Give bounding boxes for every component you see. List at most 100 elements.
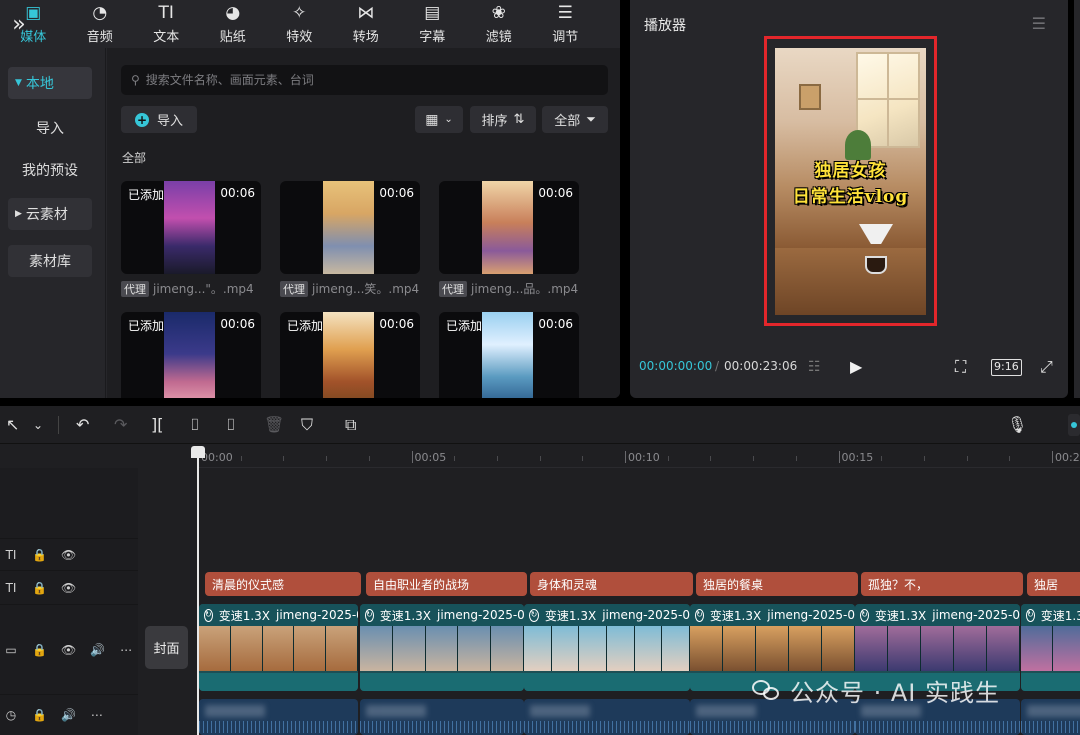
sort-button[interactable]: 排序 ⇅ [470,106,536,133]
media-thumbnail[interactable]: 00:06 [280,181,420,274]
audio-clip[interactable] [1021,699,1080,735]
import-button[interactable]: + 导入 [121,106,197,133]
lock-icon[interactable]: 🔒 [32,548,47,562]
filter-button[interactable]: 全部 ⏷ [542,106,608,133]
tab-transition[interactable]: ⋈ 转场 [333,0,400,48]
speaker-icon[interactable]: 🔊 [61,708,76,722]
crop-icon[interactable]: ⧉ [345,415,356,435]
menu-icon[interactable]: ☰ [1032,14,1046,33]
tab-text[interactable]: TI 文本 [133,0,200,48]
redo-icon[interactable]: ↷ [114,415,127,435]
media-card[interactable]: 已添加 00:06 [121,312,261,398]
video-frame [294,626,327,671]
media-thumbnail[interactable]: 已添加 00:06 [121,181,261,274]
video-clip[interactable]: ↻变速1.3Xjimeng-2025-0 [199,604,358,691]
video-frame [230,626,263,671]
chevron-down-icon[interactable]: ⌄ [33,415,43,435]
audio-clip[interactable] [199,699,358,735]
text-clip[interactable]: 自由职业者的战场 [366,572,527,596]
text-clip[interactable]: 清晨的仪式感 [205,572,361,596]
fit-screen-icon[interactable]: ⛶ [955,357,966,377]
tab-subtitle[interactable]: ▤ 字幕 [399,0,466,48]
sidebar-item-presets[interactable]: 我的预设 [8,154,92,186]
eye-icon[interactable]: 👁 [61,548,76,562]
speed-label: 变速1.3X [218,608,271,623]
video-frame [392,626,426,671]
media-sidebar: ▼ 本地 导入 我的预设 ▶ 云素材 素材库 [0,48,106,398]
time-ruler[interactable]: 00:00 00:05 00:10 00:15 00:2 [198,444,1080,468]
video-preview[interactable]: 独居女孩 日常生活vlog [775,48,926,315]
sidebar-item-library[interactable]: 素材库 [8,245,92,277]
search-icon: ⚲ [131,73,140,87]
aspect-ratio-button[interactable]: 9:16 [991,359,1022,376]
more-icon[interactable]: ⋯ [90,708,104,722]
audio-track-icon: ◷ [5,708,17,722]
media-card[interactable]: 已添加 00:06 [439,312,579,398]
clip-base [199,673,358,691]
search-input[interactable] [145,73,586,87]
media-card[interactable]: 00:06 代理 jimeng...品。.mp4 [439,181,579,297]
microphone-icon[interactable]: 🎙 [1007,415,1027,435]
speed-label: 变速1.3X [874,608,927,623]
lock-icon[interactable]: 🔒 [32,643,47,657]
media-caption: 代理 jimeng...笑。.mp4 [280,280,420,297]
more-icon[interactable]: ⋯ [119,643,133,657]
search-box[interactable]: ⚲ [121,65,608,95]
video-clip[interactable]: ↻变速1.3Xjimeng-2025-0 [524,604,690,691]
lock-icon[interactable]: 🔒 [32,708,47,722]
view-mode-button[interactable]: ▦ ⌄ [415,106,463,133]
audio-waveform [360,721,524,733]
text-clip[interactable]: 独居的餐桌 [696,572,858,596]
tab-audio[interactable]: ◔ 音频 [67,0,134,48]
clip-base [1021,673,1080,691]
media-thumbnail[interactable]: 00:06 [439,181,579,274]
tab-media[interactable]: ▣ 媒体 [0,0,67,48]
audio-clip[interactable] [360,699,524,735]
lock-icon[interactable]: 🔒 [32,581,47,595]
play-icon[interactable]: ▶ [850,357,862,376]
tab-filter[interactable]: ❀ 滤镜 [466,0,533,48]
delete-icon[interactable]: 🗑 [264,415,284,435]
eye-icon[interactable]: 👁 [61,643,76,657]
trim-right-icon[interactable]: ⌷ [226,415,236,435]
timecode-grid-icon[interactable]: ☷ [808,359,821,375]
video-frame [723,626,756,671]
blurred-audio-label [366,705,426,717]
playhead[interactable] [197,450,199,735]
sidebar-item-import[interactable]: 导入 [8,112,92,144]
audio-clip[interactable] [524,699,690,735]
media-thumbnail[interactable]: 已添加 00:06 [439,312,579,398]
text-clip[interactable]: 孤独？不， [861,572,1023,596]
marker-icon[interactable]: ⛉ [301,415,313,435]
tab-adjust[interactable]: ☰ 调节 [532,0,599,48]
sidebar-item-local[interactable]: ▼ 本地 [8,67,92,99]
sidebar-item-cloud[interactable]: ▶ 云素材 [8,198,92,230]
speed-icon: ↻ [860,608,869,622]
clip-header: ↻ 变速1.3X jimeng-2025-0 [690,604,855,626]
video-frame [1021,626,1053,671]
video-frame [822,626,855,671]
fullscreen-icon[interactable]: ⤢ [1040,357,1053,377]
audio-icon: ◔ [92,2,108,23]
text-clip[interactable]: 身体和灵魂 [530,572,693,596]
undo-icon[interactable]: ↶ [76,415,89,435]
accent-toggle[interactable] [1068,414,1080,436]
text-clip[interactable]: 独居 [1027,572,1080,596]
preview-highlight-box: 独居女孩 日常生活vlog [764,36,937,326]
media-thumbnail[interactable]: 已添加 00:06 [121,312,261,398]
video-clip[interactable]: ↻变速1.3Xjimeng-2025-0 [1021,604,1080,691]
media-card[interactable]: 00:06 代理 jimeng...笑。.mp4 [280,181,420,297]
cover-button[interactable]: 封面 [145,626,188,669]
split-icon[interactable]: ][ [151,415,163,435]
media-card[interactable]: 已添加 00:06 [280,312,420,398]
video-clip[interactable]: ↻变速1.3Xjimeng-2025-0 [360,604,524,691]
select-pointer-icon[interactable]: ↖ [6,415,19,435]
caret-down-icon: ▼ [15,78,22,88]
speaker-icon[interactable]: 🔊 [90,643,105,657]
trim-left-icon[interactable]: ⌷ [190,415,200,435]
media-card[interactable]: 已添加 00:06 代理 jimeng..."。.mp4 [121,181,261,297]
eye-icon[interactable]: 👁 [61,581,76,595]
tab-sticker[interactable]: ◕ 贴纸 [200,0,267,48]
tab-effects[interactable]: ✧ 特效 [266,0,333,48]
media-thumbnail[interactable]: 已添加 00:06 [280,312,420,398]
